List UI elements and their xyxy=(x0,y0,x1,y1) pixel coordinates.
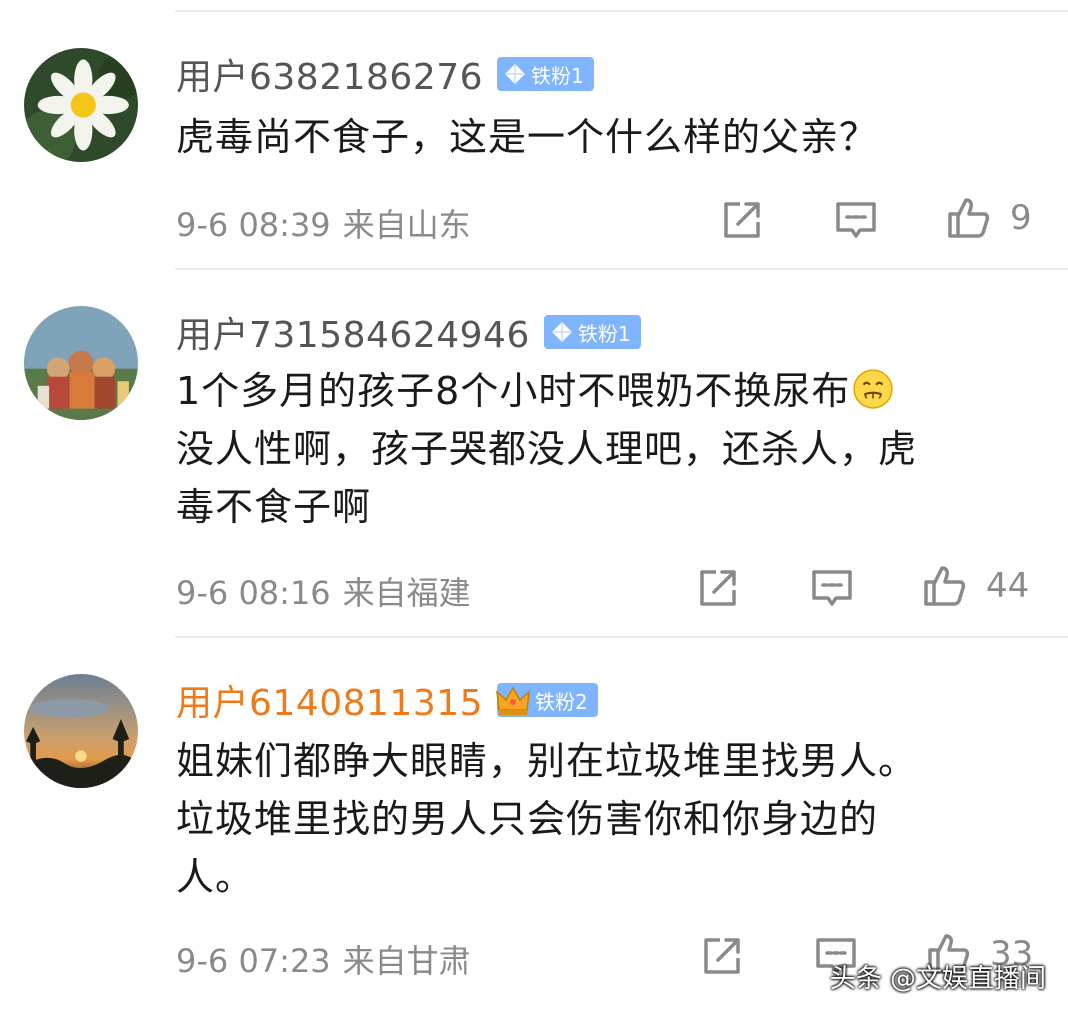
thumbs-up-icon xyxy=(948,198,990,238)
crown-icon xyxy=(496,686,531,715)
location: 来自福建 xyxy=(342,574,471,612)
like-button[interactable] xyxy=(944,194,992,242)
fan-badge[interactable]: 铁粉2 xyxy=(496,683,598,717)
comment-divider xyxy=(175,636,1068,638)
comment-line: 姐妹们都睁大眼睛，别在垃圾堆里找男人。 xyxy=(176,739,918,783)
comment-text: 姐妹们都睁大眼睛，别在垃圾堆里找男人。 垃圾堆里找的男人只会伤害你和你身边的 人… xyxy=(176,732,1038,906)
watermark: 头条 @文娱直播间 xyxy=(829,964,1046,994)
badge-label: 铁粉2 xyxy=(535,689,588,714)
comment-meta: 9-6 08:16 来自福建 xyxy=(176,568,471,614)
comment-line: 毒不食子啊 xyxy=(176,485,372,529)
comment-meta: 9-6 07:23 来自甘肃 xyxy=(176,936,471,982)
comment-icon xyxy=(812,570,852,606)
like-count: 44 xyxy=(986,566,1030,606)
avatar[interactable] xyxy=(24,674,138,788)
avatar[interactable] xyxy=(24,306,138,420)
comment-text: 1个多月的孩子8个小时不喂奶不换尿布 没人性啊，孩子哭都没人理吧，还杀人，虎 毒… xyxy=(176,362,1038,536)
share-button[interactable] xyxy=(694,564,742,612)
username[interactable]: 用户6382186276 xyxy=(176,48,483,100)
timestamp: 9-6 08:39 xyxy=(176,206,331,244)
comment-line: 1个多月的孩子8个小时不喂奶不换尿布 xyxy=(176,362,1038,420)
timestamp: 9-6 07:23 xyxy=(176,942,331,980)
diamond-icon xyxy=(505,64,526,84)
share-button[interactable] xyxy=(718,196,766,244)
comment-header: 用户6382186276 铁粉1 xyxy=(176,48,594,100)
fan-badge[interactable]: 铁粉1 xyxy=(543,315,641,349)
badge-label: 铁粉1 xyxy=(577,321,631,346)
location: 来自山东 xyxy=(342,206,471,244)
username[interactable]: 用户6140811315 xyxy=(176,674,483,726)
reply-button[interactable] xyxy=(832,196,880,244)
top-divider xyxy=(175,10,1068,12)
like-count: 9 xyxy=(1010,198,1032,238)
username[interactable]: 用户731584624946 xyxy=(176,306,530,358)
comment-icon xyxy=(836,202,876,238)
comment-line: 垃圾堆里找的男人只会伤害你和你身边的 xyxy=(176,797,879,841)
badge-label: 铁粉1 xyxy=(531,63,584,88)
group-photo-avatar-icon xyxy=(24,306,138,420)
comment-line-text: 1个多月的孩子8个小时不喂奶不换尿布 xyxy=(176,369,851,413)
fan-badge[interactable]: 铁粉1 xyxy=(497,57,594,91)
comment-line: 人。 xyxy=(176,855,255,899)
comment-line: 虎毒尚不食子，这是一个什么样的父亲？ xyxy=(176,115,879,159)
share-icon xyxy=(704,938,740,974)
share-icon xyxy=(700,570,736,606)
avatar[interactable] xyxy=(24,48,138,162)
diamond-icon xyxy=(551,322,572,342)
comment-meta: 9-6 08:39 来自山东 xyxy=(176,200,471,246)
reply-button[interactable] xyxy=(808,564,856,612)
timestamp: 9-6 08:16 xyxy=(176,574,331,612)
location: 来自甘肃 xyxy=(342,942,471,980)
share-icon xyxy=(724,202,760,238)
comment-header: 用户6140811315 铁粉2 xyxy=(176,674,598,726)
comment-header: 用户731584624946 铁粉1 xyxy=(176,306,641,358)
sunset-avatar-icon xyxy=(24,674,138,788)
awkward-smile-emoji-icon xyxy=(853,369,894,409)
comment-line: 没人性啊，孩子哭都没人理吧，还杀人，虎 xyxy=(176,427,918,471)
like-button[interactable] xyxy=(920,562,968,610)
comment-text: 虎毒尚不食子，这是一个什么样的父亲？ xyxy=(176,108,1038,166)
thumbs-up-icon xyxy=(924,566,966,606)
share-button[interactable] xyxy=(698,932,746,980)
water-lily-avatar-icon xyxy=(24,48,138,162)
comment-divider xyxy=(175,268,1068,270)
